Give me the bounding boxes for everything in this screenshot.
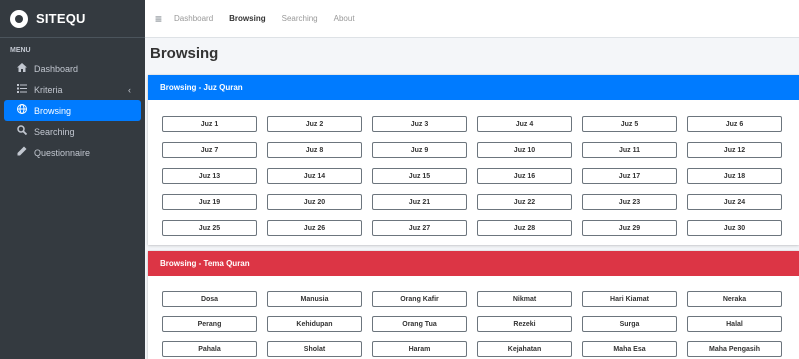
juz-button[interactable]: Juz 26	[267, 220, 362, 236]
juz-button[interactable]: Juz 24	[687, 194, 782, 210]
juz-button[interactable]: Juz 23	[582, 194, 677, 210]
sidebar-item-label: Kriteria	[34, 84, 63, 95]
sidebar-item-label: Dashboard	[34, 63, 79, 74]
home-icon	[16, 62, 28, 75]
sidebar-item-kriteria[interactable]: Kriteria ‹	[4, 79, 141, 100]
tema-button[interactable]: Surga	[582, 316, 677, 332]
tema-button[interactable]: Kehidupan	[267, 316, 362, 332]
sidebar-item-label: Questionnaire	[34, 147, 91, 158]
juz-button[interactable]: Juz 25	[162, 220, 257, 236]
topbar: ≡ Dashboard Browsing Searching About	[145, 0, 799, 38]
juz-button[interactable]: Juz 17	[582, 168, 677, 184]
brand[interactable]: SITEQU	[0, 0, 145, 38]
juz-button[interactable]: Juz 9	[372, 142, 467, 158]
tema-button[interactable]: Orang Kafir	[372, 291, 467, 307]
juz-button[interactable]: Juz 8	[267, 142, 362, 158]
juz-button[interactable]: Juz 11	[582, 142, 677, 158]
tema-button[interactable]: Rezeki	[477, 316, 572, 332]
sidebar-item-searching[interactable]: Searching	[4, 121, 141, 142]
tema-button[interactable]: Halal	[687, 316, 782, 332]
juz-button[interactable]: Juz 19	[162, 194, 257, 210]
juz-button[interactable]: Juz 10	[477, 142, 572, 158]
juz-button[interactable]: Juz 27	[372, 220, 467, 236]
sidebar-item-browsing[interactable]: Browsing	[4, 100, 141, 121]
tema-button-grid: Dosa Manusia Orang Kafir Nikmat Hari Kiamat N…	[148, 276, 799, 357]
tema-button[interactable]: Pahala	[162, 341, 257, 357]
juz-button[interactable]: Juz 29	[582, 220, 677, 236]
sidebar-item-questionnaire[interactable]: Questionnaire	[4, 142, 141, 163]
sidebar-item-label: Searching	[34, 126, 75, 137]
list-icon	[16, 83, 28, 96]
juz-button[interactable]: Juz 6	[687, 116, 782, 132]
tema-button[interactable]: Maha Esa	[582, 341, 677, 357]
juz-button[interactable]: Juz 3	[372, 116, 467, 132]
tema-card: Browsing - Tema Quran Dosa Manusia Orang K…	[148, 251, 799, 359]
top-link-about[interactable]: About	[334, 14, 355, 23]
juz-button[interactable]: Juz 2	[267, 116, 362, 132]
tema-button[interactable]: Orang Tua	[372, 316, 467, 332]
tema-button[interactable]: Perang	[162, 316, 257, 332]
top-link-dashboard[interactable]: Dashboard	[174, 14, 213, 23]
juz-button[interactable]: Juz 14	[267, 168, 362, 184]
juz-button[interactable]: Juz 5	[582, 116, 677, 132]
tema-button[interactable]: Neraka	[687, 291, 782, 307]
juz-button[interactable]: Juz 13	[162, 168, 257, 184]
page-title: Browsing	[150, 45, 219, 62]
juz-button[interactable]: Juz 7	[162, 142, 257, 158]
juz-button[interactable]: Juz 18	[687, 168, 782, 184]
juz-button[interactable]: Juz 4	[477, 116, 572, 132]
sidebar-item-label: Browsing	[34, 105, 72, 116]
juz-card: Browsing - Juz Quran Juz 1 Juz 2 Juz 3 Juz …	[148, 75, 799, 245]
juz-button[interactable]: Juz 21	[372, 194, 467, 210]
juz-button[interactable]: Juz 16	[477, 168, 572, 184]
hamburger-menu-icon[interactable]: ≡	[155, 12, 162, 26]
juz-button[interactable]: Juz 30	[687, 220, 782, 236]
juz-button-grid: Juz 1 Juz 2 Juz 3 Juz 4 Juz 5 Juz 6 Juz 7 Juz 8…	[148, 100, 799, 236]
tema-button[interactable]: Hari Kiamat	[582, 291, 677, 307]
tema-button[interactable]: Dosa	[162, 291, 257, 307]
chevron-left-icon: ‹	[128, 84, 131, 95]
juz-button[interactable]: Juz 1	[162, 116, 257, 132]
juz-card-header: Browsing - Juz Quran	[148, 75, 799, 100]
search-icon	[16, 125, 28, 138]
tema-button[interactable]: Manusia	[267, 291, 362, 307]
sidebar: SITEQU MENU Dashboard Kriteria ‹ Browsin…	[0, 0, 145, 359]
globe-icon	[16, 104, 28, 117]
brand-name: SITEQU	[36, 11, 86, 26]
pencil-icon	[16, 146, 28, 159]
tema-button[interactable]: Maha Pengasih	[687, 341, 782, 357]
juz-button[interactable]: Juz 22	[477, 194, 572, 210]
juz-button[interactable]: Juz 20	[267, 194, 362, 210]
juz-button[interactable]: Juz 12	[687, 142, 782, 158]
juz-button[interactable]: Juz 15	[372, 168, 467, 184]
tema-button[interactable]: Kejahatan	[477, 341, 572, 357]
top-link-browsing[interactable]: Browsing	[229, 14, 265, 23]
brand-logo-icon	[10, 9, 28, 28]
tema-button[interactable]: Sholat	[267, 341, 362, 357]
juz-button[interactable]: Juz 28	[477, 220, 572, 236]
tema-button[interactable]: Nikmat	[477, 291, 572, 307]
tema-button[interactable]: Haram	[372, 341, 467, 357]
menu-header: MENU	[10, 47, 31, 54]
top-link-searching[interactable]: Searching	[282, 14, 318, 23]
tema-card-header: Browsing - Tema Quran	[148, 251, 799, 276]
sidebar-item-dashboard[interactable]: Dashboard	[4, 58, 141, 79]
